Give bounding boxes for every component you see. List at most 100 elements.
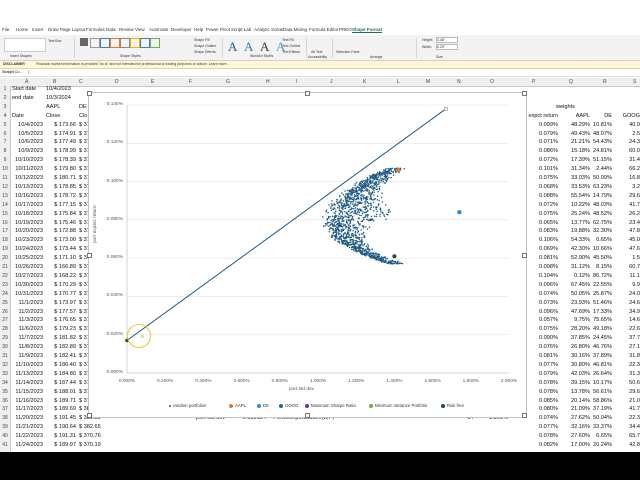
weight-cell[interactable]: 48.07%	[590, 131, 612, 137]
date-cell[interactable]: 11/20/2023	[12, 415, 43, 421]
row-header[interactable]: 17	[0, 228, 10, 234]
tab-automate[interactable]: Automate	[149, 27, 168, 32]
weight-cell[interactable]: 60.0	[620, 148, 640, 154]
weight-cell[interactable]: 55.54%	[568, 193, 590, 199]
tab-shape-format[interactable]: Shape Format	[352, 27, 383, 33]
shape-style-swatch[interactable]	[90, 38, 100, 48]
weight-cell[interactable]: 9.9	[620, 282, 640, 288]
weight-cell[interactable]: 22.6	[620, 326, 640, 332]
weight-cell[interactable]: 86.72%	[590, 273, 612, 279]
weight-cell[interactable]: 21.09%	[568, 406, 590, 412]
tab-analytic-solver[interactable]: Analytic Solver	[254, 27, 284, 32]
close-cell[interactable]: $ 186.40	[46, 362, 76, 368]
weight-cell[interactable]: 34.4	[620, 424, 640, 430]
weight-cell[interactable]: 10.17%	[590, 380, 612, 386]
weight-cell[interactable]: 1.5	[620, 255, 640, 261]
text-effects-button[interactable]: Text Effects	[282, 50, 300, 54]
close-cell[interactable]: $ 168.22	[46, 273, 76, 279]
text-fill-button[interactable]: Text Fill	[282, 38, 294, 42]
col-header[interactable]: E	[151, 79, 154, 85]
close-cell[interactable]: $ 191.45	[46, 415, 76, 421]
weight-cell[interactable]: 27.62%	[568, 415, 590, 421]
weight-cell[interactable]: 49.43%	[568, 131, 590, 137]
weight-cell[interactable]: 2.5	[620, 131, 640, 137]
row-header[interactable]: 30	[0, 344, 10, 350]
weight-cell[interactable]: 14.6	[620, 317, 640, 323]
close-cell[interactable]: $ 177.57	[46, 309, 76, 315]
weight-cell[interactable]: 39.15%	[568, 380, 590, 386]
text-outline-button[interactable]: Text Outline	[282, 44, 300, 48]
date-header[interactable]: Date	[12, 113, 24, 119]
date-cell[interactable]: 10/18/2023	[12, 211, 43, 217]
date-cell[interactable]: 10/26/2023	[12, 264, 43, 270]
wordart-style-3[interactable]: A	[260, 39, 269, 55]
weight-cell[interactable]: 48.52%	[590, 211, 612, 217]
close-cell[interactable]: $ 191.31	[46, 433, 76, 439]
weight-cell[interactable]: 31.12%	[568, 264, 590, 270]
weight-cell[interactable]: 0.65%	[590, 237, 612, 243]
date-cell[interactable]: 10/20/2023	[12, 228, 43, 234]
weight-cell[interactable]: 21.21%	[568, 139, 590, 145]
text-box-button[interactable]: Text Box	[48, 39, 61, 43]
col-header[interactable]: H	[266, 79, 270, 85]
col-header[interactable]: D	[115, 79, 119, 85]
weight-cell[interactable]: 31.8	[620, 353, 640, 359]
date-cell[interactable]: 10/23/2023	[12, 237, 43, 243]
weight-cell[interactable]: 9.75%	[568, 317, 590, 323]
weight-cell[interactable]: 42.30%	[568, 246, 590, 252]
shape-style-swatch[interactable]	[100, 38, 110, 48]
close-cell[interactable]: $ 177.49	[46, 139, 76, 145]
end-date-value[interactable]: 10/3/2024	[46, 95, 71, 101]
weight-cell[interactable]: 21.0	[620, 398, 640, 404]
tab-developer[interactable]: Developer	[171, 27, 192, 32]
close-cell[interactable]: $ 173.00	[46, 237, 76, 243]
weight-cell[interactable]: 3.2	[620, 184, 640, 190]
shapes-gallery[interactable]	[4, 38, 46, 52]
close-cell[interactable]: $ 178.72	[46, 193, 76, 199]
date-cell[interactable]: 10/16/2023	[12, 193, 43, 199]
end-date-label[interactable]: end date	[12, 95, 34, 101]
weight-cell[interactable]: 46.81%	[590, 362, 612, 368]
weight-cell[interactable]: 0.077%	[520, 424, 558, 430]
weight-cell[interactable]: 50.04%	[590, 415, 612, 421]
close-cell[interactable]: $ 370.19	[79, 442, 101, 448]
weight-cell[interactable]: 47.6	[620, 246, 640, 252]
date-cell[interactable]: 10/9/2023	[12, 148, 43, 154]
close-header[interactable]: Clo	[79, 113, 87, 119]
shape-fill-button[interactable]: Shape Fill	[194, 38, 210, 42]
weights-header[interactable]: GOOG	[620, 113, 640, 119]
weight-cell[interactable]: 24.81%	[590, 148, 612, 154]
col-header[interactable]: O	[490, 79, 494, 85]
weight-cell[interactable]: 23.93%	[568, 300, 590, 306]
date-cell[interactable]: 10/24/2023	[12, 246, 43, 252]
weight-cell[interactable]: 8.15%	[590, 264, 612, 270]
tab-data-mining[interactable]: Data Mining	[283, 27, 307, 32]
row-header[interactable]: 26	[0, 309, 10, 315]
col-header[interactable]: F	[189, 79, 192, 85]
weight-cell[interactable]: 65.7	[620, 433, 640, 439]
weight-cell[interactable]: 47.8	[620, 228, 640, 234]
date-cell[interactable]: 11/10/2023	[12, 362, 43, 368]
weight-cell[interactable]: 24.3	[620, 139, 640, 145]
col-header[interactable]: C	[79, 79, 83, 85]
weight-cell[interactable]: 20.24%	[590, 442, 612, 448]
close-cell[interactable]: $ 175.84	[46, 211, 76, 217]
date-cell[interactable]: 11/8/2023	[12, 344, 43, 350]
col-header[interactable]: L	[397, 79, 400, 85]
shape-style-swatch[interactable]	[140, 38, 150, 48]
date-cell[interactable]: 10/5/2023	[12, 131, 43, 137]
close-cell[interactable]: $ 179.23	[46, 326, 76, 332]
tab-power-pivot[interactable]: Power Pivot	[206, 27, 230, 32]
date-cell[interactable]: 10/17/2023	[12, 202, 43, 208]
weight-cell[interactable]: 58.86%	[590, 398, 612, 404]
weight-cell[interactable]: 13.78%	[568, 389, 590, 395]
row-header[interactable]: 7	[0, 139, 10, 145]
width-input[interactable]: 6.25"	[436, 44, 458, 50]
tab-draw[interactable]: Draw	[48, 27, 59, 32]
weight-cell[interactable]: 10.22%	[568, 202, 590, 208]
date-cell[interactable]: 10/13/2023	[12, 184, 43, 190]
tab-view[interactable]: View	[135, 27, 145, 32]
close-cell[interactable]: $ 182.89	[46, 344, 76, 350]
close-cell[interactable]: $ 173.44	[46, 246, 76, 252]
weight-cell[interactable]: 17.33%	[590, 309, 612, 315]
